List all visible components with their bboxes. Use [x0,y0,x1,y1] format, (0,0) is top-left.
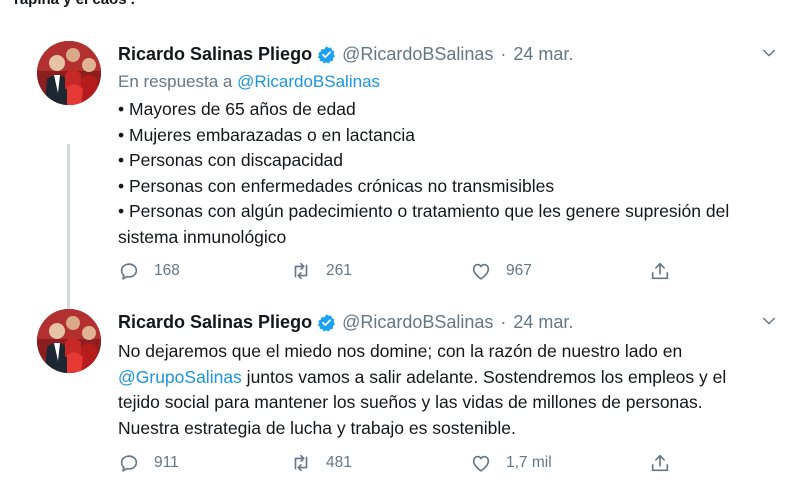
reply-context: En respuesta a @RicardoBSalinas [118,70,778,93]
separator-dot: · [500,311,507,332]
chevron-down-icon[interactable] [760,312,778,330]
reply-button[interactable]: 911 [118,452,179,474]
share-icon [651,262,669,280]
tweet-text: • Mayores de 65 años de edad • Mujeres e… [118,97,778,250]
retweet-count: 261 [326,262,352,279]
like-count: 1,7 mil [506,454,552,471]
list-item: • Personas con algún padecimiento o trat… [118,201,730,247]
tweet[interactable]: Ricardo Salinas Pliego @RicardoBSalinas … [0,306,800,485]
tweet-content: Ricardo Salinas Pliego @RicardoBSalinas … [118,306,778,472]
author-name[interactable]: Ricardo Salinas Pliego [118,312,312,333]
tweet-header: Ricardo Salinas Pliego @RicardoBSalinas … [118,308,778,336]
like-icon [472,263,490,280]
reply-count: 168 [154,262,180,279]
tweet-content: Ricardo Salinas Pliego @RicardoBSalinas … [118,38,778,280]
retweet-button[interactable]: 261 [290,260,352,282]
retweet-icon [294,262,308,280]
tweet-text: No dejaremos que el miedo nos domine; co… [118,339,778,441]
list-item: • Personas con enfermedades crónicas no … [118,175,555,196]
like-button[interactable]: 967 [470,260,532,282]
reply-button[interactable]: 168 [118,260,180,282]
tweet-header: Ricardo Salinas Pliego @RicardoBSalinas … [118,40,778,68]
list-item: • Mayores de 65 años de edad [118,99,356,119]
chevron-down-icon[interactable] [760,44,778,62]
verified-badge-icon [317,45,336,64]
author-name[interactable]: Ricardo Salinas Pliego [118,44,312,65]
retweet-count: 481 [326,454,352,471]
retweet-button[interactable]: 481 [290,452,352,474]
tweet[interactable]: Ricardo Salinas Pliego @RicardoBSalinas … [0,38,800,332]
tweet-date[interactable]: 24 mar. [513,312,573,333]
list-item: • Personas con discapacidad [118,150,344,170]
reply-icon [120,263,138,280]
separator-dot: · [500,43,507,64]
share-button[interactable] [649,260,671,282]
like-count: 967 [506,262,532,279]
verified-badge-icon [317,313,336,332]
tweet-text-line: No dejaremos que el miedo nos domine; co… [118,341,683,361]
tweet-text-line: @GrupoSalinas juntos vamos a salir adela… [118,365,778,391]
tweet-text-line: tejido social para mantener los sueños y… [118,392,703,412]
tweet-text-line: Nuestra estrategia de lucha y trabajo es… [118,417,516,438]
avatar[interactable] [37,309,101,373]
share-button[interactable] [649,452,671,474]
author-handle[interactable]: @RicardoBSalinas [342,312,493,333]
avatar[interactable] [37,41,101,105]
like-button[interactable]: 1,7 mil [470,452,552,474]
like-icon [472,455,490,472]
tweet-date[interactable]: 24 mar. [513,44,573,65]
thread-line [67,144,70,332]
previous-tweet-fragment: rapiña y el caos . [14,0,135,8]
tweet-text-fragment: juntos vamos a salir adelante. Sostendre… [241,366,727,387]
author-handle[interactable]: @RicardoBSalinas [342,44,493,65]
reply-icon [120,455,138,472]
reply-count: 911 [154,454,179,471]
list-item: • Mujeres embarazadas o en lactancia [118,124,415,145]
retweet-icon [294,454,308,472]
share-icon [651,454,669,472]
mention-link[interactable]: @GrupoSalinas [118,367,242,387]
reply-handle-link[interactable]: @RicardoBSalinas [237,72,380,91]
reply-prefix: En respuesta a [118,72,233,91]
